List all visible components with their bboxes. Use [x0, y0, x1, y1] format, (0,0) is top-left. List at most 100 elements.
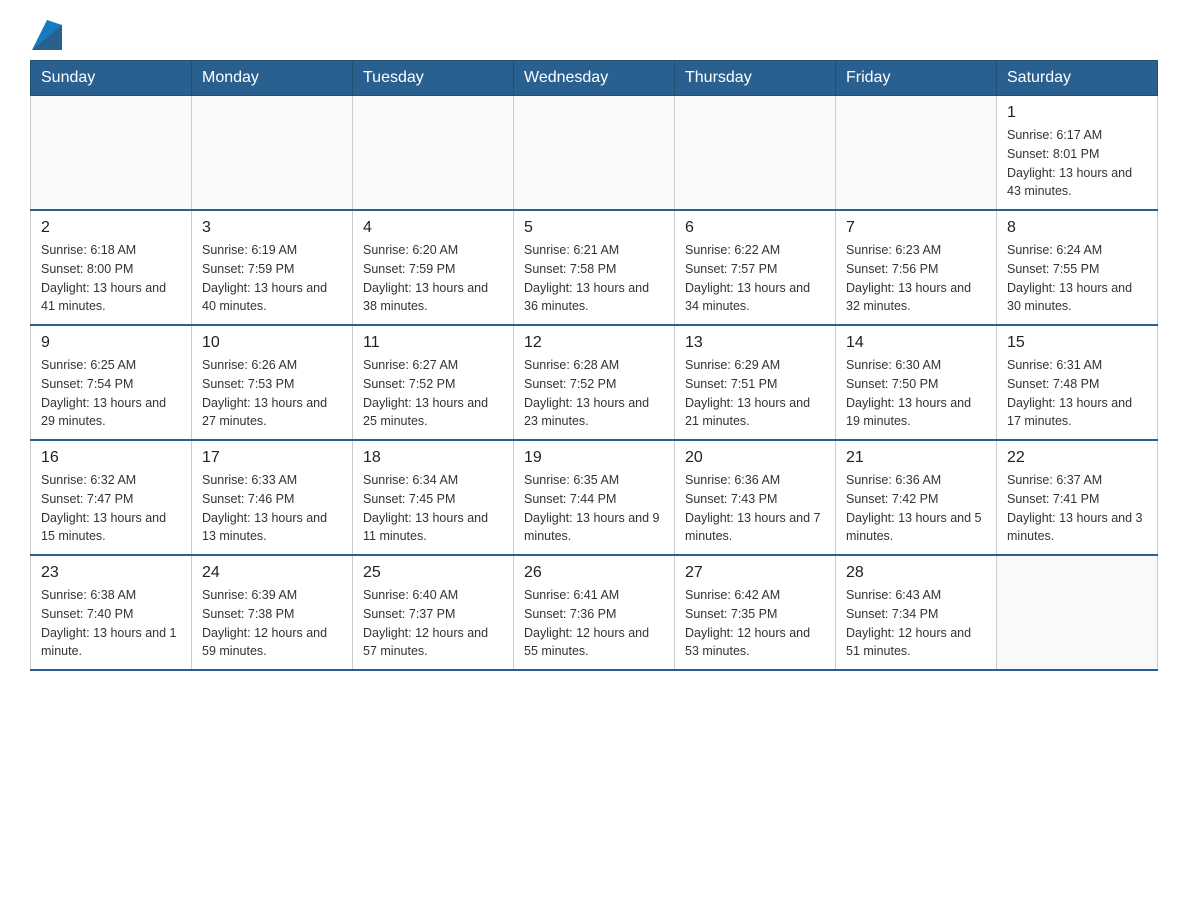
day-info: Sunrise: 6:25 AM Sunset: 7:54 PM Dayligh… [41, 356, 181, 431]
calendar-week-4: 16 Sunrise: 6:32 AM Sunset: 7:47 PM Dayli… [31, 440, 1158, 555]
day-info: Sunrise: 6:18 AM Sunset: 8:00 PM Dayligh… [41, 241, 181, 316]
calendar-week-5: 23 Sunrise: 6:38 AM Sunset: 7:40 PM Dayli… [31, 555, 1158, 670]
calendar-cell: 17 Sunrise: 6:33 AM Sunset: 7:46 PM Dayli… [192, 440, 353, 555]
day-number: 24 [202, 564, 342, 582]
day-number: 10 [202, 334, 342, 352]
calendar-cell: 23 Sunrise: 6:38 AM Sunset: 7:40 PM Dayli… [31, 555, 192, 670]
calendar-cell [353, 96, 514, 211]
calendar-cell: 5 Sunrise: 6:21 AM Sunset: 7:58 PM Daylig… [514, 210, 675, 325]
calendar-cell: 24 Sunrise: 6:39 AM Sunset: 7:38 PM Dayli… [192, 555, 353, 670]
calendar-cell: 2 Sunrise: 6:18 AM Sunset: 8:00 PM Daylig… [31, 210, 192, 325]
day-number: 11 [363, 334, 503, 352]
calendar-cell: 6 Sunrise: 6:22 AM Sunset: 7:57 PM Daylig… [675, 210, 836, 325]
day-number: 18 [363, 449, 503, 467]
day-number: 16 [41, 449, 181, 467]
calendar-cell: 21 Sunrise: 6:36 AM Sunset: 7:42 PM Dayli… [836, 440, 997, 555]
calendar-cell: 22 Sunrise: 6:37 AM Sunset: 7:41 PM Dayli… [997, 440, 1158, 555]
day-info: Sunrise: 6:41 AM Sunset: 7:36 PM Dayligh… [524, 586, 664, 661]
day-number: 20 [685, 449, 825, 467]
day-info: Sunrise: 6:28 AM Sunset: 7:52 PM Dayligh… [524, 356, 664, 431]
calendar-cell: 1 Sunrise: 6:17 AM Sunset: 8:01 PM Daylig… [997, 96, 1158, 211]
calendar-cell [31, 96, 192, 211]
weekday-row: SundayMondayTuesdayWednesdayThursdayFrid… [31, 61, 1158, 96]
day-number: 19 [524, 449, 664, 467]
day-info: Sunrise: 6:26 AM Sunset: 7:53 PM Dayligh… [202, 356, 342, 431]
calendar-cell [997, 555, 1158, 670]
day-number: 4 [363, 219, 503, 237]
day-info: Sunrise: 6:20 AM Sunset: 7:59 PM Dayligh… [363, 241, 503, 316]
day-info: Sunrise: 6:34 AM Sunset: 7:45 PM Dayligh… [363, 471, 503, 546]
day-info: Sunrise: 6:40 AM Sunset: 7:37 PM Dayligh… [363, 586, 503, 661]
day-number: 3 [202, 219, 342, 237]
calendar-cell: 26 Sunrise: 6:41 AM Sunset: 7:36 PM Dayli… [514, 555, 675, 670]
weekday-header-thursday: Thursday [675, 61, 836, 96]
day-info: Sunrise: 6:17 AM Sunset: 8:01 PM Dayligh… [1007, 126, 1147, 201]
day-number: 26 [524, 564, 664, 582]
weekday-header-sunday: Sunday [31, 61, 192, 96]
day-info: Sunrise: 6:24 AM Sunset: 7:55 PM Dayligh… [1007, 241, 1147, 316]
logo [30, 20, 64, 50]
day-info: Sunrise: 6:36 AM Sunset: 7:43 PM Dayligh… [685, 471, 825, 546]
day-number: 25 [363, 564, 503, 582]
day-info: Sunrise: 6:35 AM Sunset: 7:44 PM Dayligh… [524, 471, 664, 546]
day-info: Sunrise: 6:21 AM Sunset: 7:58 PM Dayligh… [524, 241, 664, 316]
weekday-header-saturday: Saturday [997, 61, 1158, 96]
calendar-cell: 8 Sunrise: 6:24 AM Sunset: 7:55 PM Daylig… [997, 210, 1158, 325]
day-number: 21 [846, 449, 986, 467]
calendar-cell: 3 Sunrise: 6:19 AM Sunset: 7:59 PM Daylig… [192, 210, 353, 325]
day-number: 5 [524, 219, 664, 237]
calendar-week-2: 2 Sunrise: 6:18 AM Sunset: 8:00 PM Daylig… [31, 210, 1158, 325]
calendar-cell: 4 Sunrise: 6:20 AM Sunset: 7:59 PM Daylig… [353, 210, 514, 325]
calendar-cell: 12 Sunrise: 6:28 AM Sunset: 7:52 PM Dayli… [514, 325, 675, 440]
calendar-cell [192, 96, 353, 211]
day-info: Sunrise: 6:23 AM Sunset: 7:56 PM Dayligh… [846, 241, 986, 316]
weekday-header-tuesday: Tuesday [353, 61, 514, 96]
day-number: 28 [846, 564, 986, 582]
calendar-week-3: 9 Sunrise: 6:25 AM Sunset: 7:54 PM Daylig… [31, 325, 1158, 440]
calendar-cell: 9 Sunrise: 6:25 AM Sunset: 7:54 PM Daylig… [31, 325, 192, 440]
calendar-cell [675, 96, 836, 211]
day-info: Sunrise: 6:33 AM Sunset: 7:46 PM Dayligh… [202, 471, 342, 546]
day-number: 15 [1007, 334, 1147, 352]
day-info: Sunrise: 6:29 AM Sunset: 7:51 PM Dayligh… [685, 356, 825, 431]
day-info: Sunrise: 6:32 AM Sunset: 7:47 PM Dayligh… [41, 471, 181, 546]
calendar-cell: 28 Sunrise: 6:43 AM Sunset: 7:34 PM Dayli… [836, 555, 997, 670]
day-number: 6 [685, 219, 825, 237]
day-number: 8 [1007, 219, 1147, 237]
calendar-cell: 18 Sunrise: 6:34 AM Sunset: 7:45 PM Dayli… [353, 440, 514, 555]
day-info: Sunrise: 6:38 AM Sunset: 7:40 PM Dayligh… [41, 586, 181, 661]
day-info: Sunrise: 6:19 AM Sunset: 7:59 PM Dayligh… [202, 241, 342, 316]
day-number: 13 [685, 334, 825, 352]
calendar-cell: 20 Sunrise: 6:36 AM Sunset: 7:43 PM Dayli… [675, 440, 836, 555]
calendar-header: SundayMondayTuesdayWednesdayThursdayFrid… [31, 61, 1158, 96]
day-info: Sunrise: 6:39 AM Sunset: 7:38 PM Dayligh… [202, 586, 342, 661]
day-number: 22 [1007, 449, 1147, 467]
calendar-cell: 11 Sunrise: 6:27 AM Sunset: 7:52 PM Dayli… [353, 325, 514, 440]
day-info: Sunrise: 6:37 AM Sunset: 7:41 PM Dayligh… [1007, 471, 1147, 546]
weekday-header-wednesday: Wednesday [514, 61, 675, 96]
calendar-cell: 7 Sunrise: 6:23 AM Sunset: 7:56 PM Daylig… [836, 210, 997, 325]
calendar-cell: 16 Sunrise: 6:32 AM Sunset: 7:47 PM Dayli… [31, 440, 192, 555]
day-info: Sunrise: 6:42 AM Sunset: 7:35 PM Dayligh… [685, 586, 825, 661]
day-number: 17 [202, 449, 342, 467]
day-info: Sunrise: 6:43 AM Sunset: 7:34 PM Dayligh… [846, 586, 986, 661]
day-number: 9 [41, 334, 181, 352]
weekday-header-friday: Friday [836, 61, 997, 96]
day-number: 27 [685, 564, 825, 582]
calendar-cell: 27 Sunrise: 6:42 AM Sunset: 7:35 PM Dayli… [675, 555, 836, 670]
calendar-cell: 19 Sunrise: 6:35 AM Sunset: 7:44 PM Dayli… [514, 440, 675, 555]
weekday-header-monday: Monday [192, 61, 353, 96]
day-info: Sunrise: 6:22 AM Sunset: 7:57 PM Dayligh… [685, 241, 825, 316]
day-number: 12 [524, 334, 664, 352]
day-number: 1 [1007, 104, 1147, 122]
day-info: Sunrise: 6:27 AM Sunset: 7:52 PM Dayligh… [363, 356, 503, 431]
calendar-cell: 13 Sunrise: 6:29 AM Sunset: 7:51 PM Dayli… [675, 325, 836, 440]
logo-icon [32, 20, 62, 50]
day-number: 7 [846, 219, 986, 237]
page-header [30, 20, 1158, 50]
day-info: Sunrise: 6:31 AM Sunset: 7:48 PM Dayligh… [1007, 356, 1147, 431]
day-number: 23 [41, 564, 181, 582]
calendar-table: SundayMondayTuesdayWednesdayThursdayFrid… [30, 60, 1158, 671]
day-info: Sunrise: 6:36 AM Sunset: 7:42 PM Dayligh… [846, 471, 986, 546]
day-number: 2 [41, 219, 181, 237]
